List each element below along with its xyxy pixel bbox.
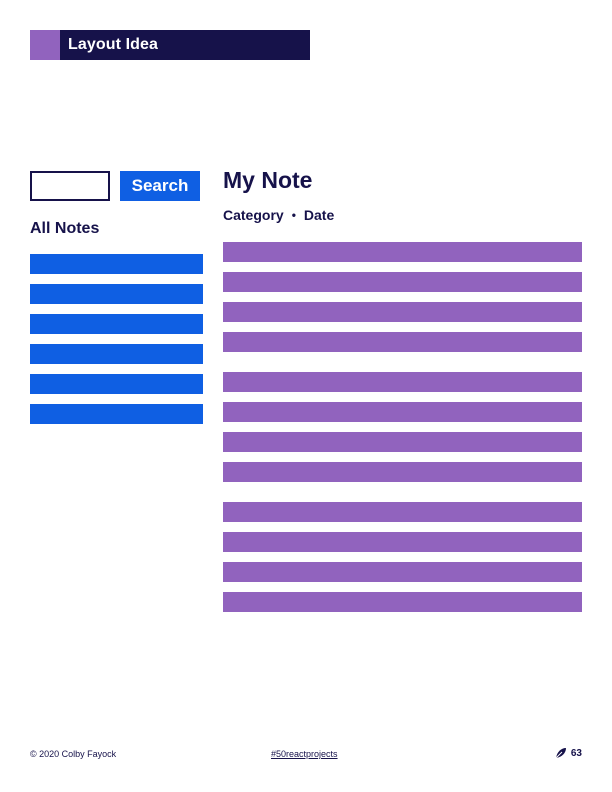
text-line-placeholder xyxy=(223,402,582,422)
search-button[interactable]: Search xyxy=(120,171,200,201)
note-category: Category xyxy=(223,207,284,223)
footer-copyright: © 2020 Colby Fayock xyxy=(30,749,117,759)
text-line-placeholder xyxy=(223,372,582,392)
page: Layout Idea Search All Notes My Note Cat… xyxy=(0,0,612,792)
sidebar-item[interactable] xyxy=(30,284,203,304)
footer-hashtag-link[interactable]: #50reactprojects xyxy=(271,749,338,759)
section-accent xyxy=(30,30,60,60)
note-paragraph xyxy=(223,372,582,482)
note-date: Date xyxy=(303,207,335,223)
sidebar-item[interactable] xyxy=(30,374,203,394)
sidebar-item[interactable] xyxy=(30,254,203,274)
sidebar-list xyxy=(30,254,203,434)
section-bar: Layout Idea xyxy=(60,30,310,60)
text-line-placeholder xyxy=(223,242,582,262)
sidebar-item[interactable] xyxy=(30,404,203,424)
leaf-icon xyxy=(555,748,566,759)
section-title: Layout Idea xyxy=(68,36,159,53)
note-title: My Note xyxy=(223,167,313,193)
text-line-placeholder xyxy=(223,532,582,552)
page-number: 63 xyxy=(570,747,582,759)
text-line-placeholder xyxy=(223,432,582,452)
sidebar-item[interactable] xyxy=(30,314,203,334)
note-body xyxy=(223,242,582,632)
text-line-placeholder xyxy=(223,562,582,582)
footer-page: 63 xyxy=(555,747,582,759)
text-line-placeholder xyxy=(223,302,582,322)
note-paragraph xyxy=(223,242,582,352)
section-header: Layout Idea xyxy=(30,30,310,60)
sidebar-title: All Notes xyxy=(30,220,100,237)
note-meta: Category • Date xyxy=(223,207,334,223)
search-input[interactable] xyxy=(30,171,110,201)
text-line-placeholder xyxy=(223,592,582,612)
text-line-placeholder xyxy=(223,272,582,292)
text-line-placeholder xyxy=(223,462,582,482)
text-line-placeholder xyxy=(223,332,582,352)
meta-separator: • xyxy=(291,208,296,222)
note-paragraph xyxy=(223,502,582,612)
text-line-placeholder xyxy=(223,502,582,522)
sidebar-item[interactable] xyxy=(30,344,203,364)
